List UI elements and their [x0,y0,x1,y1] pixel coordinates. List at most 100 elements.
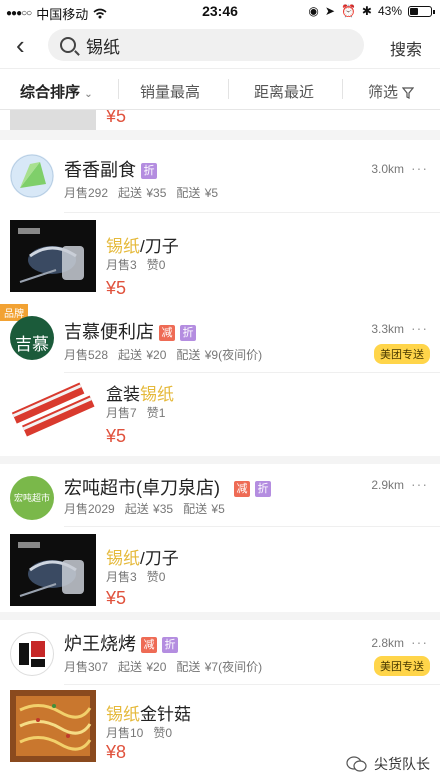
product-sales: 月售10 [106,726,144,740]
filter-sales-highest[interactable]: 销量最高 [140,81,200,102]
funnel-icon [401,87,415,100]
shop-meta: 月售2029 起送 ¥35 配送 ¥5 [64,500,235,517]
min-order: 起送 ¥20 [118,348,167,362]
monthly-sales: 月售307 [64,660,109,674]
product-name-highlight: 锡纸 [106,705,140,724]
product-name-prefix: 盒装 [106,385,140,404]
product-name-highlight: 锡纸 [140,385,174,404]
alarm-icon: ⏰ [340,4,356,18]
discount-tag: 折 [180,325,196,342]
shop-card[interactable]: 香香副食折 月售292 起送 ¥35 配送 ¥5 3.0km ··· 锡纸/刀子 月… [0,140,440,312]
shop-name-text: 香香副食 [64,160,136,180]
product-sales: 月售3 [106,258,137,272]
reduction-tag: 减 [159,325,175,342]
product-name-rest: /刀子 [140,549,179,568]
watermark-text: 尖货队长 [374,756,430,772]
status-bar: ●●●○○ 中国移动 23:46 ◉ ➤ ⏰ ✱ 43% [0,0,440,24]
shop-name: 香香副食折 [64,156,157,182]
shop-meta: 月售307 起送 ¥20 配送 ¥7(夜间价) [64,658,272,675]
shop-logo [10,632,54,676]
battery-percent: 43% [377,4,402,18]
product-meta: 月售3 赞0 [106,568,175,585]
product-name-highlight: 锡纸 [106,549,140,568]
min-order: 起送 ¥20 [118,660,167,674]
shop-card[interactable]: 宏吨超市 宏吨超市(卓刀泉店) 减折 月售2029 起送 ¥35 配送 ¥5 2.9k… [0,464,440,612]
product-name-rest: /刀子 [140,237,179,256]
monthly-sales: 月售528 [64,348,109,362]
product-image [10,220,96,292]
filter-bar: 综合排序 ⌄ 销量最高 距离最近 筛选 [0,68,440,110]
min-order: 起送 ¥35 [124,502,174,516]
divider [64,684,440,685]
shop-distance: 2.8km [371,636,404,650]
product-price: ¥5 [106,278,127,298]
min-order: 起送 ¥35 [118,186,167,200]
bluetooth-icon: ✱ [361,4,372,18]
monthly-sales: 月售2029 [64,502,115,516]
wechat-icon [346,756,367,772]
product-price: ¥5 [106,588,127,608]
delivery-fee: 配送 ¥9(夜间价) [176,348,263,362]
product-name: 盒装锡纸 [106,380,174,405]
product-likes: 赞0 [153,726,173,740]
divider [342,79,343,99]
search-icon [60,37,76,53]
search-box[interactable] [48,29,364,61]
location-icon: ➤ [324,4,335,18]
product-image [10,690,96,762]
product-price: ¥8 [106,742,127,762]
shop-distance: 3.0km [371,162,404,176]
product-likes: 赞1 [146,406,166,420]
delivery-fee: 配送 ¥5 [176,186,219,200]
product-sales: 月售7 [106,406,137,420]
shop-name-text: 炉王烧烤 [64,634,136,654]
product-name: 锡纸金针菇 [106,700,191,725]
shop-name-text: 宏吨超市(卓刀泉店) [64,478,220,498]
more-icon[interactable]: ··· [411,634,428,650]
back-button[interactable]: ‹ [16,32,25,58]
lock-rotation-icon: ◉ [308,4,319,18]
product-name: 锡纸/刀子 [106,544,179,569]
search-header: ‹ 搜索 [0,24,440,68]
shop-name: 宏吨超市(卓刀泉店) 减折 [64,474,271,500]
results-list: ¥5 香香副食折 月售292 起送 ¥35 配送 ¥5 3.0km ··· 锡纸… [0,110,440,782]
shop-meta: 月售528 起送 ¥20 配送 ¥9(夜间价) [64,346,272,363]
filter-screen[interactable]: 筛选 [368,81,415,102]
more-icon[interactable]: ··· [411,320,428,336]
filter-distance-nearest[interactable]: 距离最近 [254,81,314,102]
filter-sort-comprehensive[interactable]: 综合排序 ⌄ [20,81,93,102]
more-icon[interactable]: ··· [411,160,428,176]
delivery-fee: 配送 ¥7(夜间价) [176,660,263,674]
product-meta: 月售7 赞1 [106,404,175,421]
product-price: ¥5 [106,110,127,126]
delivery-badge: 美团专送 [374,656,430,676]
reduction-tag: 减 [234,481,250,498]
product-name-rest: 金针菇 [140,705,191,724]
product-name: 锡纸/刀子 [106,232,179,257]
product-name-highlight: 锡纸 [106,237,140,256]
discount-tag: 折 [141,163,157,180]
search-button[interactable]: 搜索 [390,36,422,60]
shop-logo-text: 吉慕 [15,335,49,354]
product-likes: 赞0 [146,570,166,584]
discount-tag: 折 [255,481,271,498]
delivery-badge: 美团专送 [374,344,430,364]
watermark: 尖货队长 [346,754,430,774]
reduction-tag: 减 [141,637,157,654]
monthly-sales: 月售292 [64,186,109,200]
battery-icon [408,5,435,17]
shop-name: 吉慕便利店减折 [64,318,196,344]
shop-distance: 3.3km [371,322,404,336]
filter-label: 筛选 [368,84,399,101]
product-image [10,378,96,450]
partial-product-card[interactable]: ¥5 [0,110,440,130]
product-sales: 月售3 [106,570,137,584]
more-icon[interactable]: ··· [411,476,428,492]
divider [118,79,119,99]
divider [64,212,440,213]
shop-meta: 月售292 起送 ¥35 配送 ¥5 [64,184,228,201]
search-input[interactable] [84,34,338,56]
shop-card[interactable]: 品牌 吉慕 吉慕便利店减折 月售528 起送 ¥20 配送 ¥9(夜间价) 3.3k… [0,304,440,456]
shop-name: 炉王烧烤减折 [64,630,178,656]
divider [64,526,440,527]
